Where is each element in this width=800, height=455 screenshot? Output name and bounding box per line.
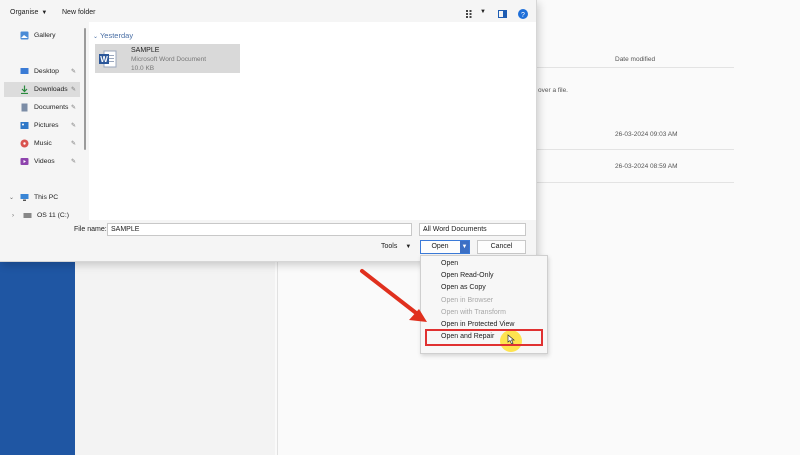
red-arrow-annotation: [360, 269, 427, 322]
